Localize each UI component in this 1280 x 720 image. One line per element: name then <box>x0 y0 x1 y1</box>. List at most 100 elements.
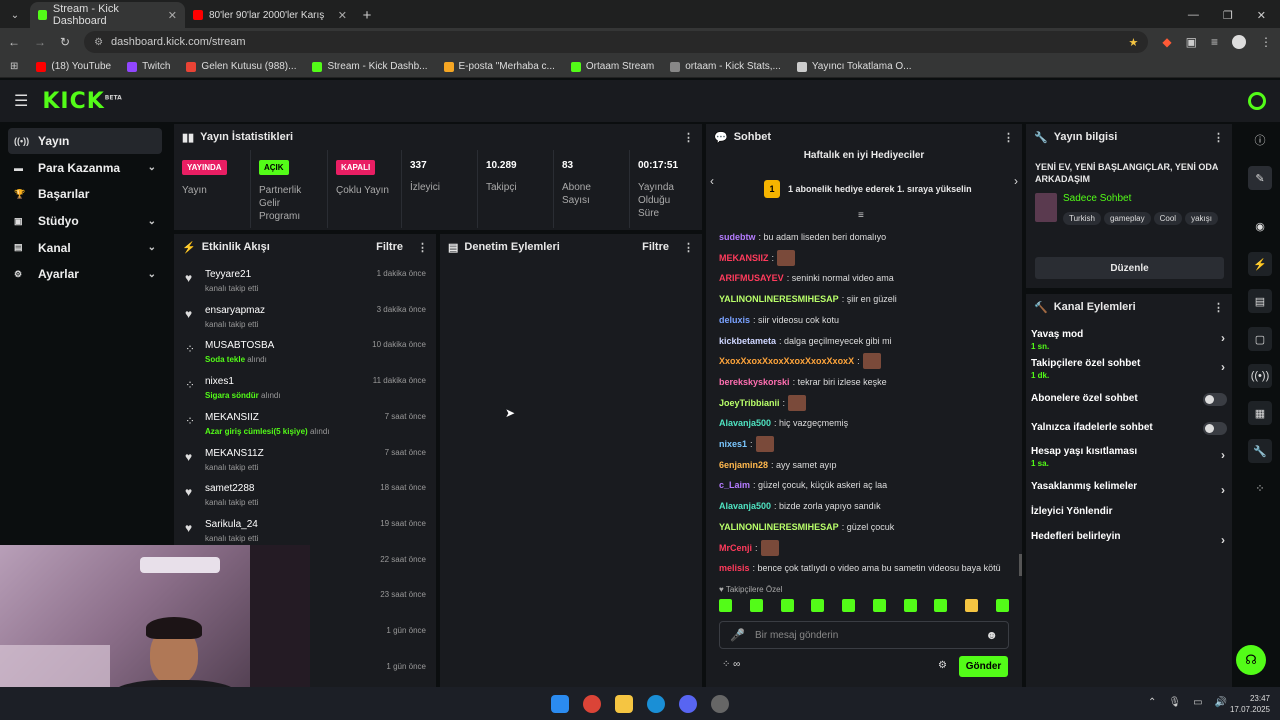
bookmark-item[interactable]: Twitch <box>127 61 170 72</box>
browser-tab-youtube[interactable]: 80'ler 90'lar 2000'ler Karışık Tür ✕ <box>185 2 355 28</box>
kick-status-icon[interactable] <box>1248 92 1266 110</box>
chat-username[interactable]: 6enjamin28 <box>719 460 768 470</box>
browser-tab-kick[interactable]: Stream - Kick Dashboard ✕ <box>30 2 185 28</box>
chat-username[interactable]: ARIFMUSAYEV <box>719 273 784 283</box>
browser-menu-icon[interactable]: ⋮ <box>1260 35 1272 49</box>
chat-username[interactable]: nixes1 <box>719 439 747 449</box>
wrench-icon[interactable]: 🔧 <box>1248 439 1272 463</box>
activity-item[interactable]: ♥ ensaryapmaz kanalı takip etti 3 dakika ön… <box>180 302 432 338</box>
chat-username[interactable]: JoeyTribbianii <box>719 398 780 408</box>
clock[interactable]: 23:47 17.07.2025 <box>1226 693 1270 715</box>
activity-item[interactable]: ⁘ nixes1 Sigara söndür alındı 11 dakika önc… <box>180 373 432 409</box>
camera-icon[interactable]: ◉ <box>1248 214 1272 238</box>
chevron-right-icon[interactable]: › <box>1221 331 1225 345</box>
profile-avatar[interactable] <box>1232 35 1246 49</box>
sidebar-item-gear[interactable]: ⚙ Ayarlar ⌄ <box>8 261 162 287</box>
kebab-menu-icon[interactable]: ⋮ <box>1003 131 1014 144</box>
media-icon[interactable]: ≡ <box>1211 35 1218 49</box>
stream-tag[interactable]: yakışı <box>1185 212 1218 225</box>
new-tab-button[interactable]: + <box>355 2 379 28</box>
kick-logo[interactable]: KICKBETA <box>42 89 121 114</box>
sidebar-item-money[interactable]: ▬ Para Kazanma ⌄ <box>8 155 162 181</box>
bookmark-item[interactable]: ortaam - Kick Stats,... <box>670 61 781 72</box>
activity-item[interactable]: ♥ MEKANS11Z kanalı takip etti 7 saat önce <box>180 445 432 481</box>
lightning-icon[interactable]: ⚡ <box>1248 252 1272 276</box>
chrome-icon[interactable] <box>583 694 601 713</box>
file-explorer-icon[interactable] <box>615 694 633 713</box>
activity-item[interactable]: ⁘ MUSABTOSBA Soda tekle alındı 10 dakika ön… <box>180 337 432 373</box>
sidebar-item-channel[interactable]: ▤ Kanal ⌄ <box>8 235 162 261</box>
emote-icon[interactable] <box>780 599 794 612</box>
obs-icon[interactable] <box>711 694 729 713</box>
clipboard-icon[interactable]: ▤ <box>1248 289 1272 313</box>
bookmark-item[interactable]: Gelen Kutusu (988)... <box>186 61 296 72</box>
apps-grid-icon[interactable]: ⊞ <box>10 61 18 72</box>
stream-tag[interactable]: Cool <box>1153 212 1183 225</box>
chat-username[interactable]: sudebtw <box>719 232 756 242</box>
hamburger-menu-icon[interactable]: ☰ <box>14 91 28 111</box>
emote-icon[interactable] <box>842 599 856 612</box>
filter-button[interactable]: Filtre <box>376 241 403 253</box>
emote-icon[interactable] <box>872 599 886 612</box>
stream-tag[interactable]: gameplay <box>1103 212 1151 225</box>
bookmark-item[interactable]: Ortaam Stream <box>570 61 654 72</box>
toggle-switch[interactable] <box>1203 393 1227 406</box>
chevron-right-icon[interactable]: › <box>1221 483 1225 497</box>
star-icon[interactable]: ★ <box>1129 36 1139 49</box>
sidebar-item-studio[interactable]: ▣ Stüdyo ⌄ <box>8 208 162 234</box>
category-name[interactable]: Sadece Sohbet <box>1063 193 1131 204</box>
filter-button[interactable]: Filtre <box>642 241 669 253</box>
toggle-switch[interactable] <box>1203 422 1227 435</box>
sidebar-item-trophy[interactable]: 🏆 Başarılar <box>8 181 162 207</box>
chat-username[interactable]: Alavanja500 <box>719 418 771 428</box>
chat-username[interactable]: berekskyskorski <box>719 377 790 387</box>
chat-username[interactable]: Alavanja500 <box>719 501 771 511</box>
emote-icon[interactable] <box>903 599 917 612</box>
broadcast-icon[interactable]: ((•)) <box>1248 364 1272 388</box>
kebab-menu-icon[interactable]: ⋮ <box>1213 301 1224 314</box>
chevron-down-icon[interactable]: ⌄ <box>148 269 156 280</box>
chevron-right-icon[interactable]: › <box>1221 448 1225 462</box>
chevron-down-icon[interactable]: ⌄ <box>148 242 156 253</box>
pin-divider-icon[interactable]: ≡ <box>858 210 864 221</box>
tray-chevron-icon[interactable]: ⌃ <box>1148 697 1156 708</box>
reload-icon[interactable]: ↻ <box>60 35 70 49</box>
emote-icon[interactable] <box>749 599 763 612</box>
emote-icon[interactable] <box>719 599 732 612</box>
emoji-icon[interactable]: ☻ <box>985 628 998 642</box>
activity-item[interactable]: ♥ Teyyare21 kanalı takip etti 1 dakika önce <box>180 266 432 302</box>
close-icon[interactable]: ✕ <box>168 9 177 22</box>
kebab-menu-icon[interactable]: ⋮ <box>683 241 694 254</box>
bookmark-item[interactable]: (18) YouTube <box>36 61 111 72</box>
sidebar-item-broadcast[interactable]: ((•)) Yayın <box>8 128 162 154</box>
channel-action-item[interactable]: Yavaş mod 1 sn. › <box>1031 329 1227 351</box>
bookmark-item[interactable]: Yayıncı Tokatlama O... <box>796 61 912 72</box>
channel-action-item[interactable]: Abonelere özel sohbet <box>1031 393 1227 406</box>
chevron-down-icon[interactable]: ⌄ <box>148 162 156 173</box>
chat-input[interactable]: 🎤 Bir mesaj gönderin ☻ <box>719 621 1009 649</box>
window-close-icon[interactable]: ✕ <box>1257 9 1266 22</box>
back-icon[interactable]: ← <box>8 35 20 49</box>
chat-username[interactable]: MrCenji <box>719 543 752 553</box>
microphone-icon[interactable]: 🎤 <box>730 628 745 642</box>
chevron-right-icon[interactable]: › <box>1221 360 1225 374</box>
channel-action-item[interactable]: Takipçilere özel sohbet 1 dk. › <box>1031 358 1227 380</box>
support-headset-icon[interactable]: ☊ <box>1236 645 1266 675</box>
chevron-down-icon[interactable]: ⌄ <box>148 216 156 227</box>
chat-settings-icon[interactable]: ⚙ <box>938 660 947 671</box>
extension-icon[interactable]: ◆ <box>1162 35 1171 49</box>
chat-username[interactable]: melisis <box>719 563 750 573</box>
minimize-icon[interactable]: — <box>1188 9 1199 21</box>
chat-username[interactable]: YALINONLINERESMIHESAP <box>719 294 839 304</box>
layout-icon[interactable]: ▦ <box>1248 401 1272 425</box>
discord-icon[interactable] <box>679 694 697 713</box>
microphone-tray-icon[interactable]: 🎙 <box>1168 697 1181 708</box>
chevron-left-icon[interactable]: ‹ <box>710 174 714 188</box>
url-field[interactable]: ⚙ dashboard.kick.com/stream ★ <box>84 31 1149 53</box>
forward-icon[interactable]: → <box>34 35 46 49</box>
maximize-icon[interactable]: ❐ <box>1223 9 1233 22</box>
emote-icon[interactable] <box>965 599 979 612</box>
chevron-right-icon[interactable]: › <box>1221 533 1225 547</box>
channel-action-item[interactable]: İzleyici Yönlendir <box>1031 506 1227 517</box>
edge-icon[interactable] <box>647 694 665 713</box>
